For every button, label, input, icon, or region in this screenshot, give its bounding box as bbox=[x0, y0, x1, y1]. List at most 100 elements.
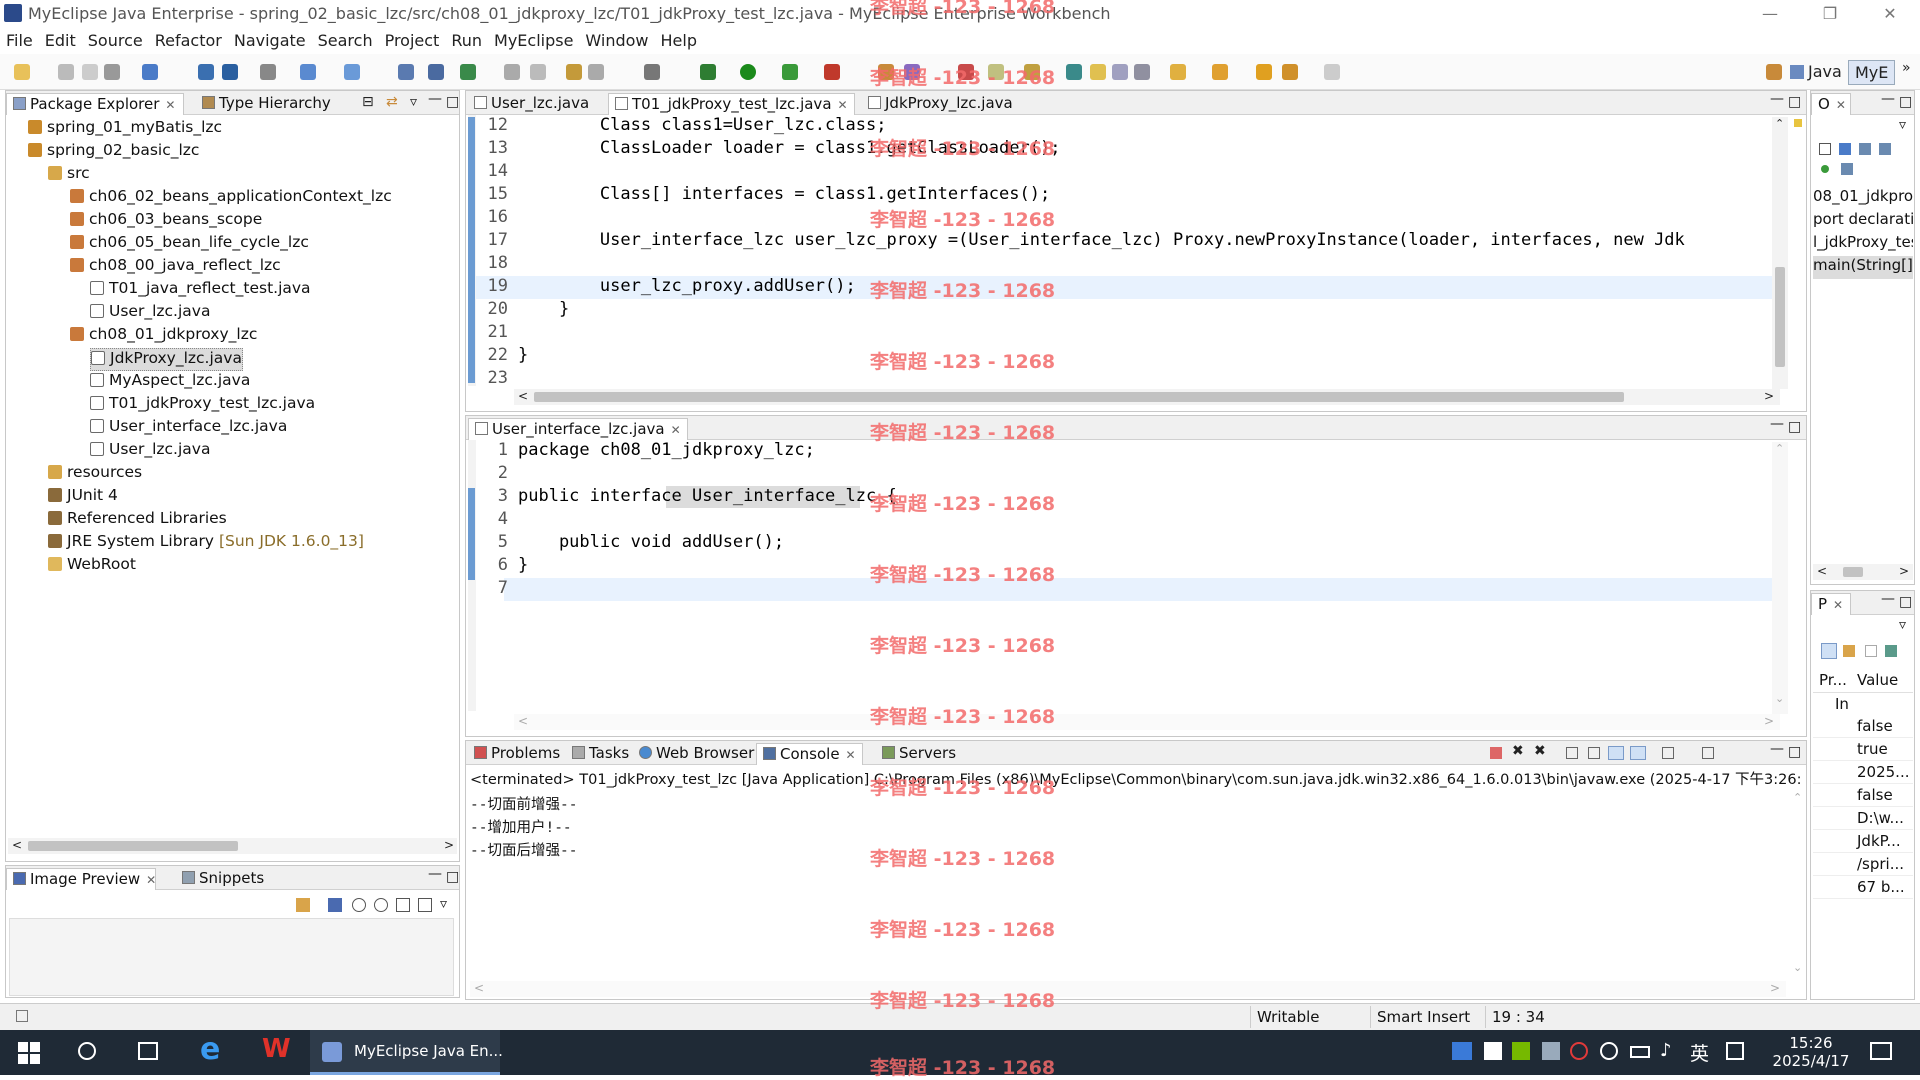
scroll-right-icon[interactable]: > bbox=[1764, 714, 1774, 728]
property-row[interactable]: false bbox=[1813, 784, 1913, 807]
code-area-bottom[interactable]: 1 package ch08_01_jdkproxy_lzc; 2 3 publ… bbox=[476, 440, 1786, 711]
scroll-right-icon[interactable]: > bbox=[1899, 564, 1909, 578]
public-icon[interactable] bbox=[1821, 165, 1829, 173]
ime-keyboard-icon[interactable] bbox=[1726, 1042, 1744, 1060]
menu-search[interactable]: Search bbox=[312, 28, 379, 53]
edge-icon[interactable]: e bbox=[200, 1032, 222, 1067]
open-file-icon[interactable] bbox=[566, 64, 582, 80]
search-icon[interactable] bbox=[78, 1042, 96, 1060]
fit-window-icon[interactable] bbox=[418, 898, 432, 912]
view-menu-icon[interactable]: ▿ bbox=[1899, 117, 1906, 133]
globe-icon[interactable] bbox=[460, 64, 476, 80]
remove-all-icon[interactable]: ✖ bbox=[1534, 743, 1546, 759]
tree-item-java-file[interactable]: User_lzc.java bbox=[90, 440, 210, 463]
search-icon[interactable] bbox=[588, 64, 604, 80]
tree-item-src[interactable]: src bbox=[48, 164, 90, 187]
editor-hscroll-thumb[interactable] bbox=[534, 392, 1624, 402]
explorer-hscrollbar[interactable]: < > bbox=[8, 838, 457, 854]
forward-icon[interactable] bbox=[530, 64, 546, 80]
tree-item-referenced-libraries[interactable]: Referenced Libraries bbox=[48, 509, 227, 532]
new-icon[interactable] bbox=[14, 64, 30, 80]
tree-item-spring-02[interactable]: spring_02_basic_lzc bbox=[28, 141, 199, 164]
minimize-view-icon[interactable]: — bbox=[1770, 741, 1784, 757]
scroll-left-icon[interactable]: < bbox=[1817, 564, 1827, 578]
tree-item-resources[interactable]: resources bbox=[48, 463, 142, 486]
zoom-out-icon[interactable] bbox=[352, 898, 366, 912]
mark-occurrences-icon[interactable] bbox=[1066, 64, 1082, 80]
tree-item-java-file[interactable]: T01_jdkProxy_test_lzc.java bbox=[90, 394, 315, 417]
warning-marker[interactable] bbox=[1794, 119, 1802, 127]
run-config-icon[interactable] bbox=[782, 64, 798, 80]
open-perspective-icon[interactable] bbox=[1766, 64, 1782, 80]
console-output[interactable]: --切面前增强-- --增加用户!-- --切面后增强-- bbox=[470, 793, 1770, 973]
property-row[interactable]: D:\w... bbox=[1813, 807, 1913, 830]
next-annotation-icon[interactable] bbox=[1170, 64, 1186, 80]
tray-input-icon[interactable] bbox=[1484, 1042, 1502, 1060]
tab-properties[interactable]: P ✕ bbox=[1811, 593, 1851, 615]
new-package-icon[interactable] bbox=[398, 64, 414, 80]
tab-console[interactable]: Console ✕ bbox=[756, 743, 863, 765]
scroll-up-icon[interactable]: ⌃ bbox=[1775, 442, 1784, 455]
menu-myeclipse[interactable]: MyEclipse bbox=[488, 28, 579, 53]
filter-icon[interactable] bbox=[1865, 645, 1877, 657]
tab-outline[interactable]: O ✕ bbox=[1811, 93, 1851, 115]
menu-help[interactable]: Help bbox=[655, 28, 703, 53]
view-menu-icon[interactable]: ▿ bbox=[1899, 617, 1906, 633]
prev-annotation-icon[interactable] bbox=[1212, 64, 1228, 80]
tab-image-preview[interactable]: Image Preview ✕ bbox=[6, 868, 156, 890]
code-area-top[interactable]: 12 Class class1=User_lzc.class; 13 Class… bbox=[476, 115, 1786, 386]
link-editor-icon[interactable]: ⇄ bbox=[386, 94, 398, 110]
show-advanced-icon[interactable] bbox=[1843, 645, 1855, 657]
back-history-icon[interactable] bbox=[1282, 64, 1298, 80]
forward-history-icon[interactable] bbox=[1324, 64, 1340, 80]
minimize-view-icon[interactable]: — bbox=[1881, 91, 1895, 107]
property-row[interactable]: true bbox=[1813, 738, 1913, 761]
outline-item[interactable]: l_jdkProxy_tes bbox=[1813, 233, 1913, 256]
nvidia-icon[interactable] bbox=[1512, 1042, 1530, 1060]
tab-tasks[interactable]: Tasks bbox=[566, 743, 635, 765]
new-class-icon[interactable] bbox=[428, 64, 444, 80]
hide-nonpublic-icon[interactable] bbox=[1841, 163, 1853, 175]
outline-hscrollbar[interactable]: < > bbox=[1813, 564, 1913, 580]
maximize-view-icon[interactable]: □ bbox=[1899, 94, 1912, 110]
run-icon[interactable] bbox=[740, 64, 756, 80]
property-row[interactable]: /spri... bbox=[1813, 853, 1913, 876]
external-tools-icon[interactable] bbox=[824, 64, 840, 80]
tab-web-browser[interactable]: Web Browser bbox=[633, 743, 760, 765]
zoom-in-icon[interactable] bbox=[374, 898, 388, 912]
tab-servers[interactable]: Servers bbox=[876, 743, 962, 765]
antivirus-icon[interactable] bbox=[1570, 1042, 1588, 1060]
hide-static-icon[interactable] bbox=[1879, 143, 1891, 155]
volume-icon[interactable]: ♪ bbox=[1660, 1040, 1682, 1062]
menu-file[interactable]: File bbox=[0, 28, 39, 53]
display-console-icon[interactable] bbox=[1662, 747, 1674, 759]
menu-navigate[interactable]: Navigate bbox=[228, 28, 312, 53]
ime-mode[interactable]: 英 bbox=[1690, 1039, 1712, 1065]
tree-item-package[interactable]: ch06_05_bean_life_cycle_lzc bbox=[70, 233, 309, 256]
tab-t01-jdkproxy-test[interactable]: T01_jdkProxy_test_lzc.java ✕ bbox=[608, 93, 855, 115]
wps-icon[interactable]: W bbox=[262, 1034, 291, 1064]
tree-item-java-file-selected[interactable]: JdkProxy_lzc.java bbox=[90, 348, 243, 371]
terminal-icon[interactable] bbox=[644, 64, 660, 80]
hide-fields-icon[interactable] bbox=[1859, 143, 1871, 155]
tray-app-icon[interactable] bbox=[1452, 1042, 1472, 1060]
fast-view-icon[interactable] bbox=[16, 1010, 28, 1022]
scroll-lock-icon[interactable] bbox=[1588, 747, 1600, 759]
menu-source[interactable]: Source bbox=[82, 28, 149, 53]
show-categories-icon[interactable] bbox=[1821, 643, 1837, 659]
tab-snippets[interactable]: Snippets bbox=[176, 868, 270, 890]
scroll-down-icon[interactable]: ⌄ bbox=[1775, 692, 1784, 705]
outline-item[interactable]: 08_01_jdkprox bbox=[1813, 187, 1913, 210]
view-menu-icon[interactable]: ▿ bbox=[410, 94, 417, 110]
scroll-up-icon[interactable]: ⌃ bbox=[1775, 117, 1784, 130]
property-row[interactable]: false bbox=[1813, 715, 1913, 738]
notification-icon[interactable] bbox=[1870, 1042, 1892, 1060]
collapse-all-icon[interactable]: ⊟ bbox=[362, 94, 374, 110]
minimize-view-icon[interactable]: — bbox=[1770, 91, 1784, 107]
save-icon[interactable] bbox=[58, 64, 74, 80]
editor-hscrollbar[interactable]: < > bbox=[514, 389, 1780, 405]
network-drive-icon[interactable] bbox=[1542, 1042, 1560, 1060]
perspective-java[interactable]: Java bbox=[1790, 62, 1842, 81]
maximize-view-icon[interactable]: □ bbox=[1788, 419, 1801, 435]
open-type-icon[interactable] bbox=[260, 64, 276, 80]
